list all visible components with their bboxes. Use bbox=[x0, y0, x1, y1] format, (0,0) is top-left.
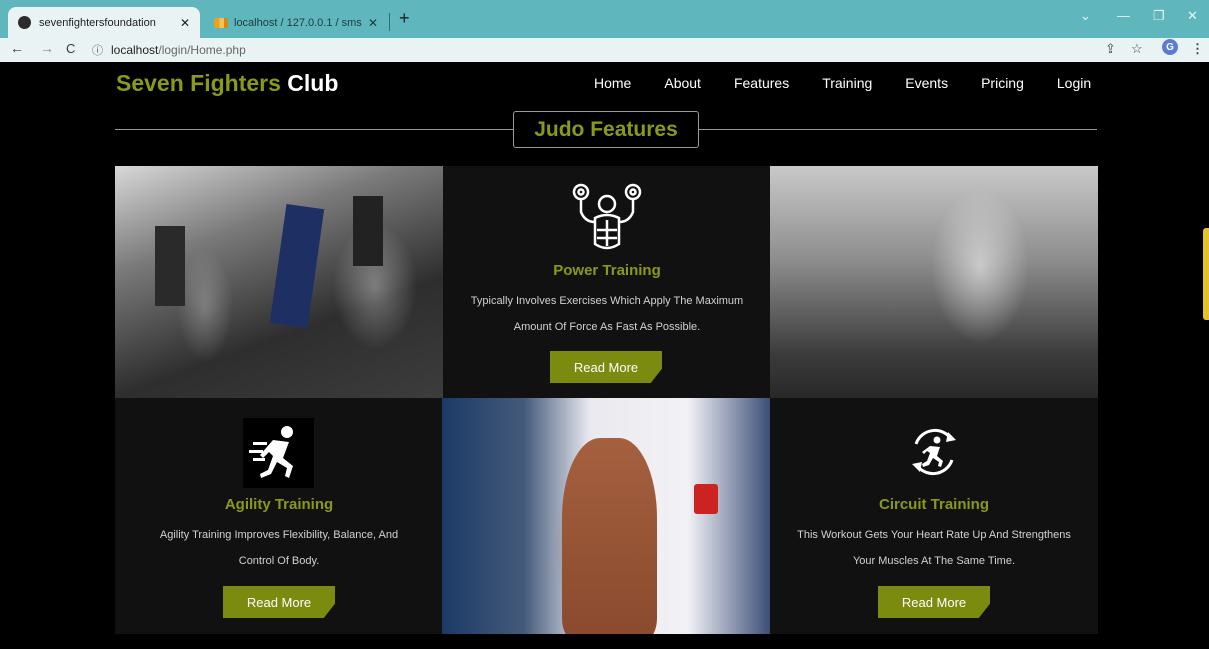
nav-home[interactable]: Home bbox=[594, 75, 631, 91]
feature-title: Power Training bbox=[553, 262, 661, 279]
feature-desc-line2: Amount Of Force As Fast As Possible. bbox=[513, 321, 701, 333]
browser-toolbar: ← → C ⓘ localhost/login/Home.php ⇪ ☆ ⋮ bbox=[0, 38, 1209, 62]
brand-part2: Club bbox=[287, 70, 339, 96]
brand-part1: Seven Fighters bbox=[116, 70, 281, 96]
read-more-button[interactable]: Read More bbox=[550, 351, 662, 383]
running-man-icon bbox=[249, 426, 293, 478]
running-man-icon-box bbox=[243, 418, 314, 488]
globe-icon bbox=[18, 16, 31, 29]
nav-training[interactable]: Training bbox=[822, 75, 872, 91]
profile-avatar[interactable]: G bbox=[1162, 39, 1178, 55]
feature-desc-line1: Typically Involves Exercises Which Apply… bbox=[470, 295, 744, 307]
nav-login[interactable]: Login bbox=[1057, 75, 1091, 91]
feature-card-agility: Agility Training Agility Training Improv… bbox=[115, 398, 443, 634]
tab-separator bbox=[389, 13, 390, 31]
feature-title: Agility Training bbox=[224, 496, 334, 513]
feature-card-power: Power Training Typically Involves Exerci… bbox=[443, 166, 771, 402]
heading-rule-left bbox=[115, 129, 513, 130]
page-content: Seven Fighters Club Home About Features … bbox=[0, 62, 1209, 649]
nav-about[interactable]: About bbox=[664, 75, 701, 91]
restore-icon[interactable]: ❐ bbox=[1153, 8, 1165, 24]
tab-title: sevenfightersfoundation bbox=[39, 16, 156, 29]
tab-sevenfighters[interactable]: sevenfightersfoundation ✕ bbox=[8, 7, 200, 38]
minimize-icon[interactable]: — bbox=[1117, 8, 1130, 23]
url-path: /login/Home.php bbox=[158, 42, 246, 57]
photo-woman-bands bbox=[770, 166, 1098, 402]
close-window-icon[interactable]: ✕ bbox=[1187, 8, 1198, 24]
reload-icon[interactable]: C bbox=[66, 41, 75, 56]
nav-pricing[interactable]: Pricing bbox=[981, 75, 1024, 91]
main-nav: Home About Features Training Events Pric… bbox=[594, 75, 1091, 91]
address-bar[interactable]: ⓘ localhost/login/Home.php bbox=[86, 39, 1141, 60]
feature-desc-line1: Agility Training Improves Flexibility, B… bbox=[159, 529, 399, 541]
close-tab-icon[interactable]: ✕ bbox=[180, 16, 190, 30]
close-tab-icon[interactable]: ✕ bbox=[368, 16, 378, 30]
photo-rope-climb bbox=[115, 166, 443, 402]
back-icon[interactable]: ← bbox=[10, 40, 24, 56]
info-icon: ⓘ bbox=[92, 44, 103, 57]
photo-judoka bbox=[442, 398, 770, 634]
share-icon[interactable]: ⇪ bbox=[1105, 41, 1116, 57]
phpmyadmin-icon bbox=[214, 17, 228, 28]
forward-icon[interactable]: → bbox=[40, 40, 54, 56]
tab-phpmyadmin[interactable]: localhost / 127.0.0.1 / sms / login ✕ bbox=[204, 7, 388, 38]
heading-rule-right bbox=[699, 129, 1097, 130]
muscle-icon bbox=[572, 183, 642, 250]
tab-title: localhost / 127.0.0.1 / sms / login bbox=[234, 16, 362, 29]
section-heading: Judo Features bbox=[513, 111, 699, 148]
nav-features[interactable]: Features bbox=[734, 75, 789, 91]
side-widget-tab[interactable] bbox=[1203, 228, 1209, 320]
tab-search-icon[interactable]: ⌄ bbox=[1080, 8, 1091, 24]
url-host: localhost bbox=[111, 42, 159, 57]
browser-tabstrip: sevenfightersfoundation ✕ localhost / 12… bbox=[0, 0, 1209, 38]
feature-desc-line2: Your Muscles At The Same Time. bbox=[852, 555, 1016, 567]
section-heading-text: Judo Features bbox=[534, 117, 678, 141]
feature-title: Circuit Training bbox=[878, 496, 989, 513]
feature-desc-line1: This Workout Gets Your Heart Rate Up And… bbox=[797, 529, 1071, 541]
new-tab-icon[interactable]: + bbox=[399, 8, 410, 29]
nav-events[interactable]: Events bbox=[905, 75, 948, 91]
read-more-button[interactable]: Read More bbox=[223, 586, 335, 618]
circuit-runner-icon bbox=[912, 428, 956, 476]
feature-card-circuit: Circuit Training This Workout Gets Your … bbox=[770, 398, 1098, 634]
bookmark-star-icon[interactable]: ☆ bbox=[1131, 41, 1143, 57]
site-brand[interactable]: Seven Fighters Club bbox=[116, 70, 338, 97]
menu-kebab-icon[interactable]: ⋮ bbox=[1191, 41, 1204, 57]
feature-desc-line2: Control Of Body. bbox=[238, 555, 320, 567]
read-more-button[interactable]: Read More bbox=[878, 586, 990, 618]
